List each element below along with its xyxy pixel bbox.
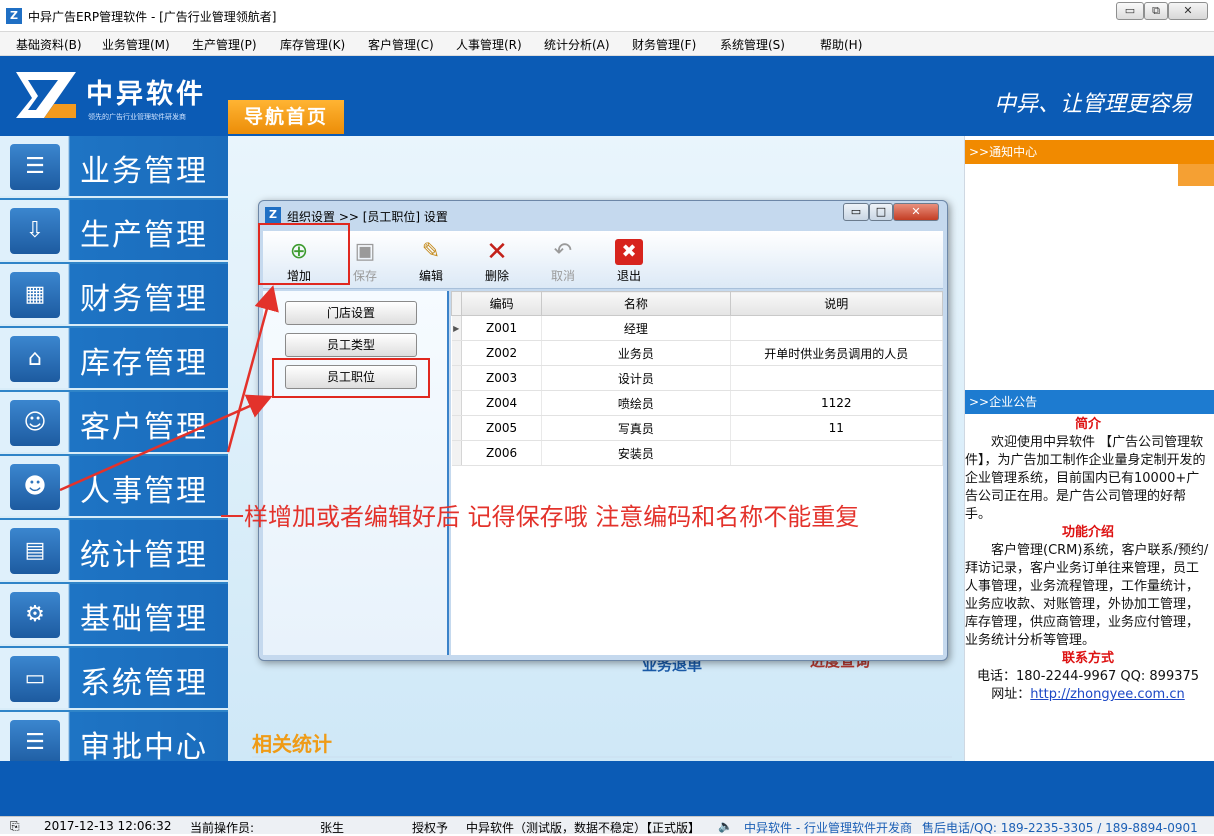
annotation-arrows	[59, 285, 279, 492]
arrow-to-add	[226, 285, 279, 453]
annotation-text: 一样增加或者编辑好后 记得保存哦 注意编码和名称不能重复	[220, 503, 860, 531]
arrow-to-position	[59, 394, 273, 492]
